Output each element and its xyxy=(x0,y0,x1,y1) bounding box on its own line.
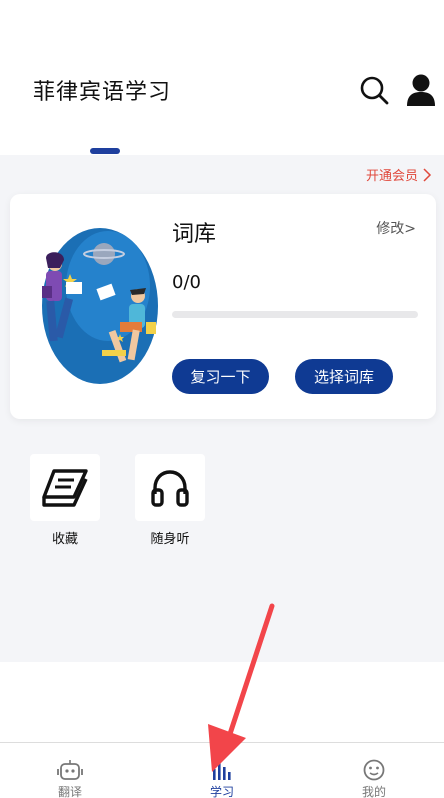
nav-item-translate[interactable]: 翻译 xyxy=(40,759,100,798)
nav-label-mine: 我的 xyxy=(361,785,386,798)
vocabulary-card: 词库 修改> 0/0 复习一下 选择词库 xyxy=(10,194,436,419)
listen-tile[interactable] xyxy=(135,454,205,521)
robot-icon xyxy=(57,760,83,780)
nav-item-mine[interactable]: 我的 xyxy=(344,759,404,798)
select-vocabulary-button[interactable]: 选择词库 xyxy=(295,359,393,394)
search-icon xyxy=(360,76,389,105)
app-header: 菲律宾语学习 xyxy=(0,0,444,155)
profile-button[interactable] xyxy=(405,73,437,107)
favorites-tile[interactable] xyxy=(30,454,100,521)
favorites-label: 收藏 xyxy=(51,532,78,547)
bottom-nav: 翻译 学习 我的 xyxy=(0,742,444,798)
chevron-right-icon xyxy=(423,167,432,182)
search-button[interactable] xyxy=(358,74,390,106)
book-icon xyxy=(42,468,88,507)
listen-tool[interactable]: 随身听 xyxy=(135,454,205,547)
favorites-tool[interactable]: 收藏 xyxy=(30,454,100,547)
nav-label-translate: 翻译 xyxy=(57,785,82,798)
progress-count: 0/0 xyxy=(172,272,201,293)
user-icon xyxy=(407,74,435,106)
listen-label: 随身听 xyxy=(150,532,190,547)
review-button[interactable]: 复习一下 xyxy=(172,359,269,394)
page-title: 菲律宾语学习 xyxy=(33,80,172,105)
vocabulary-title: 词库 xyxy=(172,222,217,247)
study-illustration xyxy=(42,228,158,384)
main-content: 开通会员 词库 修改> 0/0 复习一下 选择词库 收藏 随身听 xyxy=(0,155,444,662)
face-icon xyxy=(363,759,385,781)
edit-link[interactable]: 修改> xyxy=(376,218,416,238)
open-membership-link[interactable]: 开通会员 xyxy=(366,165,432,184)
progress-bar xyxy=(172,311,418,318)
tab-active-indicator xyxy=(90,148,120,154)
open-membership-label: 开通会员 xyxy=(365,169,418,184)
nav-item-study[interactable]: 学习 xyxy=(192,759,252,798)
nav-label-study: 学习 xyxy=(209,785,234,798)
headphones-icon xyxy=(151,469,189,507)
bar-chart-icon xyxy=(213,763,231,780)
